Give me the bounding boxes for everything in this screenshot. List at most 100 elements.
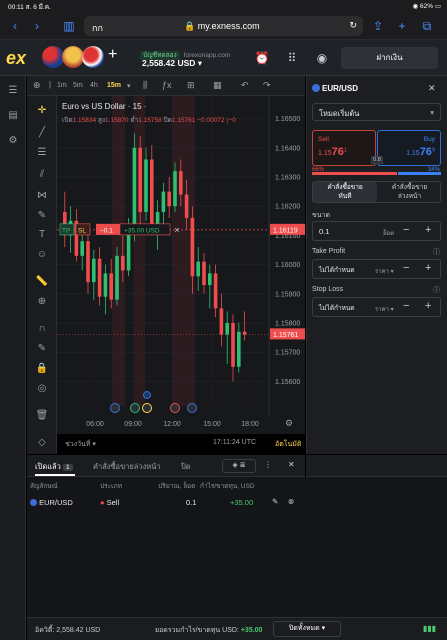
reader-mode-button[interactable]: กก: [92, 21, 103, 35]
indicators-icon[interactable]: ƒx: [162, 80, 172, 90]
trash-icon[interactable]: 🗑: [33, 407, 51, 425]
share-icon[interactable]: ⇪: [371, 19, 385, 33]
trendline-icon[interactable]: ╱: [33, 124, 51, 142]
tp-decrease-button[interactable]: −: [403, 262, 409, 274]
alarm-icon[interactable]: ⏰: [253, 49, 271, 67]
range-selector[interactable]: ช่วงวันที่ ▾: [65, 439, 96, 450]
tp-info-icon[interactable]: ⓘ: [433, 247, 440, 257]
settings-icon[interactable]: ⚙: [4, 132, 22, 150]
battery-indicator: ◉ 62% ▭: [412, 3, 441, 10]
menu-icon[interactable]: ☰: [4, 82, 22, 100]
text-tool-icon[interactable]: T: [33, 226, 51, 244]
order-type-toggle: คำสั่งซื้อขาย ทันที คำสั่งซื้อขาย ล่วงหน…: [312, 181, 441, 203]
back-icon[interactable]: ‹: [8, 19, 22, 33]
candle-body: [184, 194, 189, 218]
add-instrument-icon[interactable]: +: [108, 46, 117, 64]
exness-logo[interactable]: ex: [6, 48, 26, 69]
pattern-icon[interactable]: ⋈: [33, 187, 51, 205]
economic-event-icon: [187, 403, 197, 413]
auto-scale-button[interactable]: อัตโนมัติ: [275, 439, 301, 450]
status-time: 00:11 ส. 6 มี.ค.: [8, 4, 51, 11]
book-icon[interactable]: ▥: [62, 19, 76, 33]
brush-icon[interactable]: ✎: [33, 207, 51, 225]
candle-body: [103, 273, 108, 297]
eye-icon[interactable]: ◎: [33, 380, 51, 398]
buy-button[interactable]: Buy 1.15769: [377, 130, 441, 166]
magnet-icon[interactable]: ∩: [33, 320, 51, 338]
timeframe-15m[interactable]: 15m: [107, 82, 121, 89]
compare-icon[interactable]: ⊞: [187, 80, 195, 91]
sl-increase-button[interactable]: +: [425, 300, 431, 312]
emoji-icon[interactable]: ☺: [33, 246, 51, 264]
price-tick-label: 1.15600: [275, 379, 300, 386]
account-balance[interactable]: 2,558.42 USD ▾: [142, 58, 202, 69]
economic-event-icon: [130, 403, 140, 413]
stack-icon[interactable]: ≣: [240, 462, 246, 469]
pending-order-tab[interactable]: คำสั่งซื้อขาย ล่วงหน้า: [378, 182, 441, 202]
candle-body: [126, 229, 131, 271]
close-all-button[interactable]: ปิดทั้งหมด ▾: [273, 621, 341, 637]
crosshair-icon[interactable]: ✛: [33, 102, 51, 120]
zoom-icon[interactable]: ⊕: [33, 293, 51, 311]
channel-icon[interactable]: ⫽: [33, 166, 51, 184]
tp-increase-button[interactable]: +: [425, 262, 431, 274]
market-order-tab[interactable]: คำสั่งซื้อขาย ทันที: [313, 182, 377, 202]
calendar-icon[interactable]: ▤: [4, 107, 22, 125]
ruler-icon[interactable]: 📏: [33, 273, 51, 291]
deposit-button[interactable]: ฝากเงิน: [341, 47, 438, 69]
sl-info-icon[interactable]: ⓘ: [433, 285, 440, 295]
profile-icon[interactable]: ◉: [313, 49, 331, 67]
layers-icon[interactable]: ◈: [232, 462, 237, 469]
candle-body: [86, 241, 90, 283]
sentiment-buy-pct: 34%: [428, 167, 441, 173]
instrument-tab-xau[interactable]: [62, 46, 84, 68]
candle-body: [161, 191, 166, 213]
layout-icon[interactable]: ▦: [213, 80, 222, 91]
lock-icon[interactable]: 🔒: [33, 360, 51, 378]
sl-unit-select[interactable]: ราคา ▾: [375, 304, 394, 314]
timeframe-1m[interactable]: 1m: [57, 82, 67, 89]
stop-loss-field[interactable]: ไม่ได้กำหนด ราคา ▾ − +: [312, 297, 441, 317]
timeframe-dropdown-icon[interactable]: ▾: [127, 82, 131, 90]
close-icon[interactable]: ✕: [428, 83, 436, 94]
candle-body: [144, 159, 148, 213]
order-mode-select[interactable]: โหมดเริ่มต้น ▾: [312, 103, 441, 121]
timeframe-4h[interactable]: 4h: [90, 82, 98, 89]
close-positions-panel-icon[interactable]: ✕: [288, 460, 295, 469]
sell-button[interactable]: Sell 1.15761: [312, 130, 376, 166]
take-profit-field[interactable]: ไม่ได้กำหนด ราคา ▾ − +: [312, 259, 441, 279]
chart-panel[interactable]: 1.16500 1.16400 1.16300 1.16200 1.16100 1.160…: [57, 96, 305, 434]
candle-type-icon[interactable]: ⫼: [143, 80, 147, 91]
timeframe-5m[interactable]: 5m: [73, 82, 83, 89]
tab-open[interactable]: เปิดแล้ว 1: [35, 461, 73, 473]
instrument-tab-gbp[interactable]: [42, 46, 64, 68]
undo-icon[interactable]: ↶: [241, 80, 249, 91]
fib-icon[interactable]: ☰: [33, 144, 51, 162]
decrease-volume-button[interactable]: −: [403, 224, 409, 236]
sl-decrease-button[interactable]: −: [403, 300, 409, 312]
table-row[interactable]: EUR/USD ● Sell 0.1 +35.00 ✎ ⊗: [27, 494, 447, 512]
add-indicator-icon[interactable]: ⊕: [33, 80, 41, 91]
increase-volume-button[interactable]: +: [425, 224, 431, 236]
redo-icon[interactable]: ↷: [263, 80, 271, 91]
tabs-icon[interactable]: ⧉: [420, 19, 434, 33]
edit-position-icon[interactable]: ✎: [272, 497, 278, 506]
new-tab-icon[interactable]: +: [395, 19, 409, 33]
candlestick-chart[interactable]: 1.165001.164001.163001.162001.161001.160…: [57, 96, 305, 434]
more-options-icon[interactable]: ⋮: [264, 460, 272, 469]
volume-field[interactable]: 0.1 ล็อต − +: [312, 221, 441, 241]
forward-icon[interactable]: ›: [30, 19, 44, 33]
lock-drawing-icon[interactable]: ✎: [33, 340, 51, 358]
reload-icon[interactable]: ↻: [349, 20, 357, 31]
candle-body: [150, 159, 154, 224]
ohlc-readout: เปิด1.15834 สูง1.15870 ต่ำ1.15758 ปิด1.1…: [62, 117, 236, 124]
tab-pending[interactable]: คำสั่งซื้อขายล่วงหน้า: [93, 461, 161, 473]
view-toggle-buttons[interactable]: ◈ ≣: [222, 459, 256, 473]
favorites-icon[interactable]: ◇: [33, 434, 51, 452]
tp-unit-select[interactable]: ราคา ▾: [375, 266, 394, 276]
close-position-icon[interactable]: ⊗: [288, 497, 294, 506]
address-bar[interactable]: กก 🔒 my.exness.com ↻: [84, 16, 363, 36]
instrument-tab-eurusd[interactable]: [82, 46, 104, 68]
tab-closed[interactable]: ปิด: [181, 461, 191, 473]
apps-grid-icon[interactable]: ⠿: [283, 49, 301, 67]
